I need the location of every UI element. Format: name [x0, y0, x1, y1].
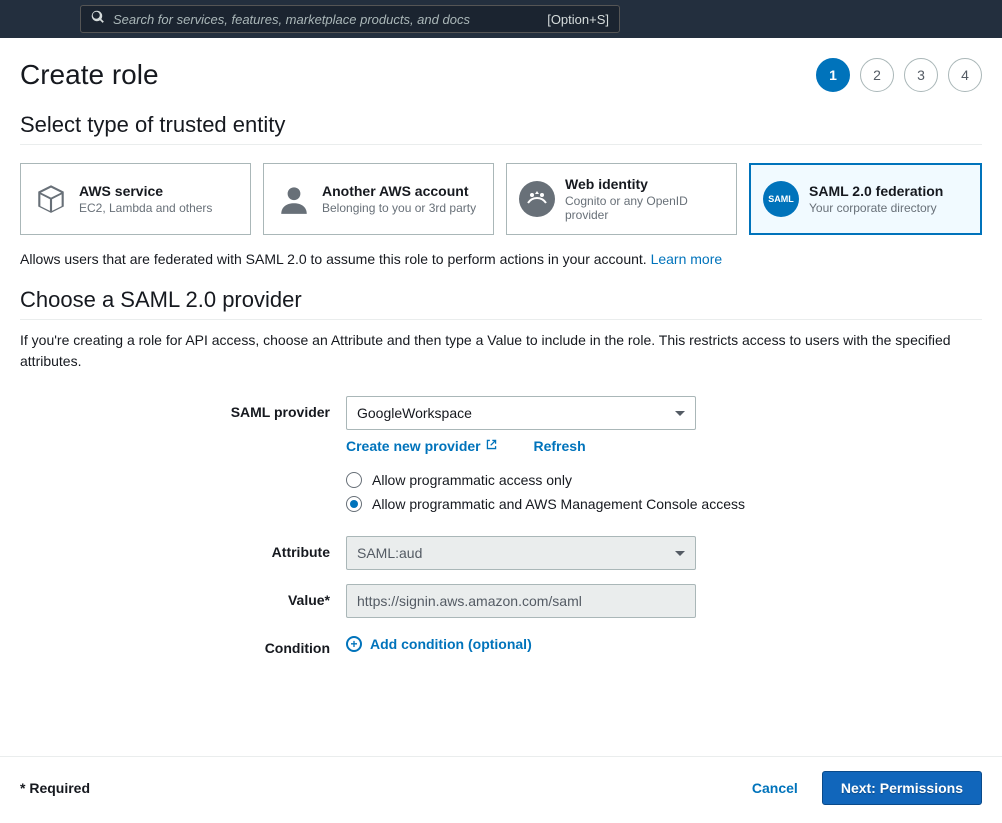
add-condition-button[interactable]: + Add condition (optional) — [346, 636, 982, 652]
entity-subtitle: Cognito or any OpenID provider — [565, 194, 724, 222]
condition-label: Condition — [20, 632, 346, 656]
saml-icon: SAML — [763, 181, 799, 217]
chevron-down-icon — [675, 551, 685, 556]
entity-title: Web identity — [565, 176, 724, 192]
step-3[interactable]: 3 — [904, 58, 938, 92]
person-icon — [276, 181, 312, 217]
entity-title: SAML 2.0 federation — [809, 183, 943, 199]
refresh-link[interactable]: Refresh — [534, 438, 586, 454]
required-note: * Required — [20, 780, 90, 796]
provider-helper-text: If you're creating a role for API access… — [20, 330, 982, 372]
entity-card-another-account[interactable]: Another AWS account Belonging to you or … — [263, 163, 494, 235]
radio-programmatic-and-console[interactable]: Allow programmatic and AWS Management Co… — [346, 496, 982, 512]
saml-provider-label: SAML provider — [20, 396, 346, 420]
radio-label: Allow programmatic and AWS Management Co… — [372, 496, 745, 512]
plus-circle-icon: + — [346, 636, 362, 652]
top-nav-bar: [Option+S] — [0, 0, 1002, 38]
entity-card-saml-federation[interactable]: SAML SAML 2.0 federation Your corporate … — [749, 163, 982, 235]
search-shortcut: [Option+S] — [547, 12, 609, 27]
next-permissions-button[interactable]: Next: Permissions — [822, 771, 982, 805]
value-label: Value* — [20, 584, 346, 608]
search-input[interactable] — [113, 12, 539, 27]
provider-heading: Choose a SAML 2.0 provider — [20, 287, 982, 320]
wizard-footer: * Required Cancel Next: Permissions — [0, 756, 1002, 819]
wizard-steps: 1 2 3 4 — [816, 58, 982, 92]
entity-title: AWS service — [79, 183, 212, 199]
entity-subtitle: Your corporate directory — [809, 201, 943, 215]
entity-card-aws-service[interactable]: AWS service EC2, Lambda and others — [20, 163, 251, 235]
saml-provider-value: GoogleWorkspace — [357, 405, 472, 421]
step-2[interactable]: 2 — [860, 58, 894, 92]
global-search[interactable]: [Option+S] — [80, 5, 620, 33]
search-icon — [91, 10, 105, 29]
radio-label: Allow programmatic access only — [372, 472, 572, 488]
external-link-icon — [485, 438, 498, 451]
page-title: Create role — [20, 59, 159, 91]
attribute-select: SAML:aud — [346, 536, 696, 570]
cube-icon — [33, 181, 69, 217]
radio-icon — [346, 496, 362, 512]
entity-card-web-identity[interactable]: Web identity Cognito or any OpenID provi… — [506, 163, 737, 235]
value-input: https://signin.aws.amazon.com/saml — [346, 584, 696, 618]
step-1[interactable]: 1 — [816, 58, 850, 92]
saml-provider-select[interactable]: GoogleWorkspace — [346, 396, 696, 430]
radio-programmatic-only[interactable]: Allow programmatic access only — [346, 472, 982, 488]
attribute-label: Attribute — [20, 536, 346, 560]
radio-icon — [346, 472, 362, 488]
create-new-provider-link[interactable]: Create new provider — [346, 438, 498, 454]
entity-title: Another AWS account — [322, 183, 476, 199]
entity-subtitle: EC2, Lambda and others — [79, 201, 212, 215]
learn-more-link[interactable]: Learn more — [651, 251, 723, 267]
entity-subtitle: Belonging to you or 3rd party — [322, 201, 476, 215]
cancel-button[interactable]: Cancel — [752, 780, 798, 796]
attribute-value: SAML:aud — [357, 545, 422, 561]
chevron-down-icon — [675, 411, 685, 416]
step-4[interactable]: 4 — [948, 58, 982, 92]
entity-description: Allows users that are federated with SAM… — [20, 251, 982, 267]
web-identity-icon — [519, 181, 555, 217]
trusted-entity-heading: Select type of trusted entity — [20, 112, 982, 145]
